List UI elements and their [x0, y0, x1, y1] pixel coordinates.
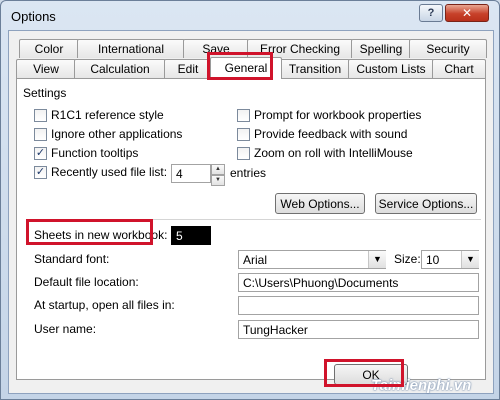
recent-files-spinner[interactable]: ▲ ▼ [211, 164, 225, 186]
prompt-props-label: Prompt for workbook properties [254, 108, 422, 122]
tab-edit[interactable]: Edit [164, 59, 212, 78]
sheets-label: Sheets in new workbook: [34, 228, 168, 242]
tab-calculation[interactable]: Calculation [74, 59, 166, 78]
entries-label: entries [230, 166, 267, 180]
feedback-sound-label: Provide feedback with sound [254, 127, 408, 141]
recent-files-count-input[interactable]: 4 [171, 164, 211, 183]
recent-files-label: Recently used file list: [51, 165, 168, 179]
dialog-client-area: Color International Save Error Checking … [8, 30, 494, 394]
startup-path-input[interactable] [238, 296, 479, 315]
tab-spelling[interactable]: Spelling [351, 39, 411, 58]
tab-international[interactable]: International [77, 39, 185, 58]
web-options-button[interactable]: Web Options... [275, 193, 365, 214]
tab-save[interactable]: Save [183, 39, 249, 58]
ignore-apps-label: Ignore other applications [51, 127, 183, 141]
user-name-label: User name: [34, 322, 97, 336]
recent-files-checkbox[interactable]: ✓ [34, 166, 47, 179]
default-location-input[interactable]: C:\Users\Phuong\Documents [238, 273, 479, 292]
tab-security[interactable]: Security [409, 39, 487, 58]
window-title: Options [11, 9, 56, 24]
startup-label: At startup, open all files in: [34, 298, 175, 312]
size-label: Size: [394, 252, 421, 266]
section-divider [31, 219, 481, 220]
function-tooltips-label: Function tooltips [51, 146, 139, 160]
spin-up-icon[interactable]: ▲ [211, 164, 225, 175]
watermark-logo: Taimienphi.vn [371, 377, 472, 394]
tab-transition[interactable]: Transition [280, 59, 350, 78]
general-tab-panel: Settings R1C1 reference style Ignore oth… [16, 78, 486, 380]
ignore-apps-checkbox[interactable] [34, 128, 47, 141]
tab-view[interactable]: View [16, 59, 76, 78]
size-dropdown-icon[interactable]: ▼ [461, 251, 479, 268]
options-dialog: Options ? ✕ Color International Save Err… [0, 0, 500, 400]
font-combo[interactable]: Arial [238, 250, 386, 269]
default-location-label: Default file location: [34, 275, 139, 289]
feedback-sound-checkbox[interactable] [237, 128, 250, 141]
sheets-input[interactable]: 5 [171, 226, 211, 245]
prompt-props-checkbox[interactable] [237, 109, 250, 122]
service-options-button[interactable]: Service Options... [375, 193, 477, 214]
tab-custom-lists[interactable]: Custom Lists [348, 59, 434, 78]
settings-group-label: Settings [23, 86, 67, 100]
zoom-roll-label: Zoom on roll with IntelliMouse [254, 146, 413, 160]
tab-color[interactable]: Color [19, 39, 79, 58]
help-button[interactable]: ? [419, 4, 443, 22]
close-button[interactable]: ✕ [445, 4, 489, 22]
tab-general[interactable]: General [210, 57, 282, 79]
user-name-input[interactable]: TungHacker [238, 320, 479, 339]
tab-chart[interactable]: Chart [432, 59, 486, 78]
r1c1-checkbox[interactable] [34, 109, 47, 122]
title-bar[interactable]: Options ? ✕ [1, 1, 499, 31]
function-tooltips-checkbox[interactable]: ✓ [34, 147, 47, 160]
font-dropdown-icon[interactable]: ▼ [368, 251, 386, 268]
tab-error-checking[interactable]: Error Checking [247, 39, 353, 58]
r1c1-label: R1C1 reference style [51, 108, 164, 122]
standard-font-label: Standard font: [34, 252, 110, 266]
zoom-roll-checkbox[interactable] [237, 147, 250, 160]
spin-down-icon[interactable]: ▼ [211, 175, 225, 186]
